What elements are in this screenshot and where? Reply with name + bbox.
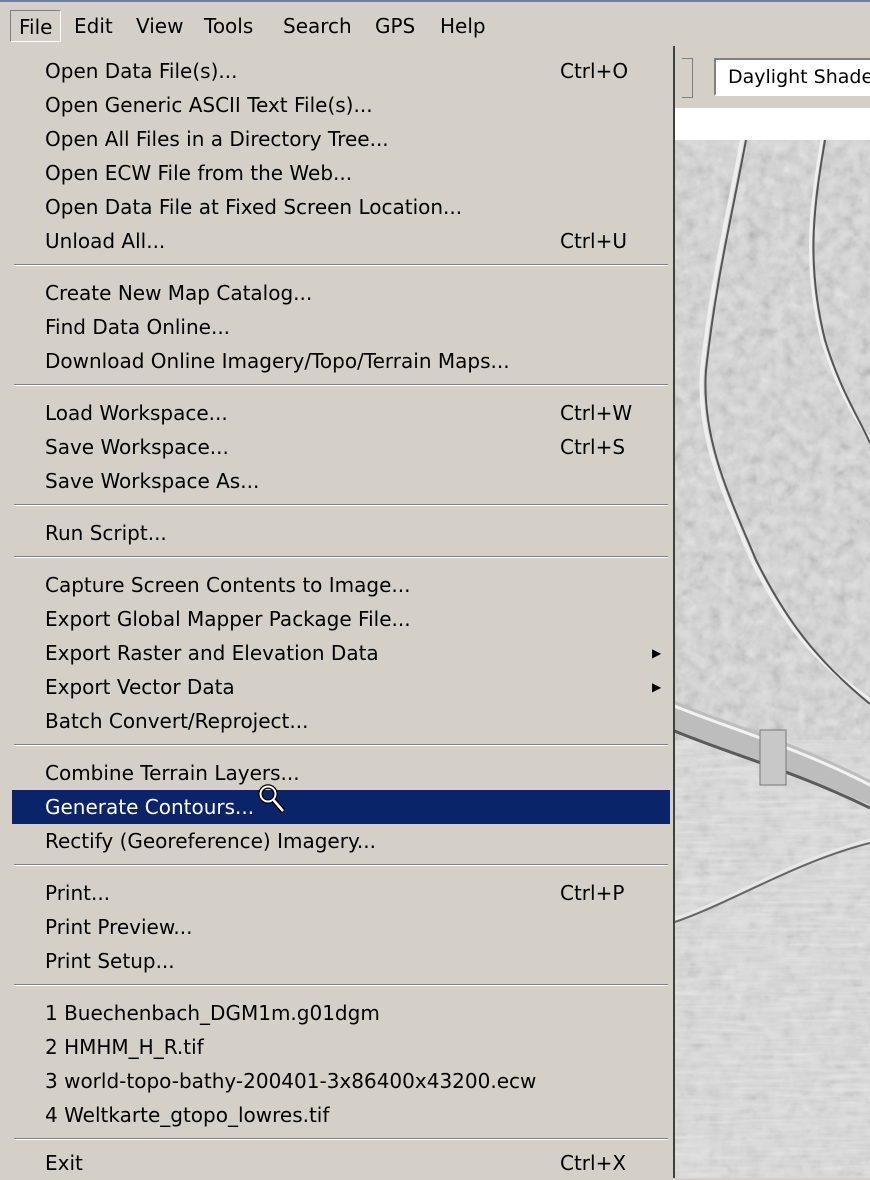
shader-select[interactable]: Daylight Shade (714, 58, 870, 96)
menu-item-print[interactable]: Print... Ctrl+P (12, 876, 670, 910)
menu-item-label: Load Workspace... (45, 401, 228, 425)
menu-item-export-package[interactable]: Export Global Mapper Package File... (12, 602, 670, 636)
menu-item-unload-all[interactable]: Unload All... Ctrl+U (12, 224, 670, 258)
menu-item-generate-contours[interactable]: Generate Contours... (12, 790, 670, 824)
menu-item-exit[interactable]: Exit Ctrl+X (12, 1146, 670, 1180)
menu-item-label: Rectify (Georeference) Imagery... (45, 829, 376, 853)
menu-item-save-workspace[interactable]: Save Workspace... Ctrl+S (12, 430, 670, 464)
menu-item-label: Combine Terrain Layers... (45, 761, 300, 785)
menu-item-label: Run Script... (45, 521, 167, 545)
menu-item-label: 4 Weltkarte_gtopo_lowres.tif (45, 1103, 330, 1127)
menu-item-recent-file-1[interactable]: 1 Buechenbach_DGM1m.g01dgm (12, 996, 670, 1030)
menu-item-save-workspace-as[interactable]: Save Workspace As... (12, 464, 670, 498)
menu-item-label: Unload All... (45, 229, 166, 253)
menu-separator (14, 1138, 668, 1140)
menu-item-label: Open All Files in a Directory Tree... (45, 127, 389, 151)
menu-separator (14, 264, 668, 266)
menu-gps[interactable]: GPS (367, 10, 423, 42)
menu-item-shortcut: Ctrl+W (560, 401, 633, 425)
menu-separator (14, 864, 668, 866)
menu-edit[interactable]: Edit (66, 10, 121, 42)
menu-item-label: Open ECW File from the Web... (45, 161, 353, 185)
menu-separator (14, 504, 668, 506)
toolbar-button[interactable] (682, 58, 693, 98)
menu-separator (14, 744, 668, 746)
menu-item-shortcut: Ctrl+U (560, 229, 627, 253)
submenu-arrow-icon: ▶ (652, 680, 662, 694)
menu-item-batch-convert[interactable]: Batch Convert/Reproject... (12, 704, 670, 738)
submenu-arrow-icon: ▶ (652, 646, 662, 660)
menu-item-label: Exit (45, 1151, 83, 1175)
menu-item-download-online-maps[interactable]: Download Online Imagery/Topo/Terrain Map… (12, 344, 670, 378)
menu-file[interactable]: File (10, 10, 62, 42)
hillshade-terrain-image (672, 140, 870, 1178)
menu-item-label: Export Global Mapper Package File... (45, 607, 411, 631)
menu-item-label: 2 HMHM_H_R.tif (45, 1035, 204, 1059)
map-header-strip (672, 108, 870, 140)
menu-item-find-data-online[interactable]: Find Data Online... (12, 310, 670, 344)
menu-item-open-fixed-location[interactable]: Open Data File at Fixed Screen Location.… (12, 190, 670, 224)
map-view[interactable] (672, 140, 870, 1178)
menu-item-export-vector[interactable]: Export Vector Data ▶ (12, 670, 670, 704)
menu-item-label: Open Data File(s)... (45, 59, 238, 83)
menu-bar: File Edit View Tools Search GPS Help (0, 0, 870, 46)
menu-item-shortcut: Ctrl+O (560, 59, 629, 83)
menu-item-label: Open Generic ASCII Text File(s)... (45, 93, 373, 117)
menu-item-load-workspace[interactable]: Load Workspace... Ctrl+W (12, 396, 670, 430)
menu-item-combine-terrain[interactable]: Combine Terrain Layers... (12, 756, 670, 790)
menu-separator (14, 556, 668, 558)
menu-item-label: Print Preview... (45, 915, 193, 939)
menu-item-open-data-files[interactable]: Open Data File(s)... Ctrl+O (12, 54, 670, 88)
menu-item-label: 3 world-topo-bathy-200401-3x86400x43200.… (45, 1069, 537, 1093)
menu-item-label: Find Data Online... (45, 315, 231, 339)
menu-item-label: Generate Contours... (45, 795, 255, 819)
menu-search[interactable]: Search (275, 10, 360, 42)
menu-item-recent-file-4[interactable]: 4 Weltkarte_gtopo_lowres.tif (12, 1098, 670, 1132)
menu-item-export-raster[interactable]: Export Raster and Elevation Data ▶ (12, 636, 670, 670)
menu-item-recent-file-3[interactable]: 3 world-topo-bathy-200401-3x86400x43200.… (12, 1064, 670, 1098)
menu-item-label: Open Data File at Fixed Screen Location.… (45, 195, 463, 219)
menu-item-label: Print... (45, 881, 111, 905)
menu-item-shortcut: Ctrl+X (560, 1151, 627, 1175)
menu-item-create-map-catalog[interactable]: Create New Map Catalog... (12, 276, 670, 310)
menu-item-shortcut: Ctrl+P (560, 881, 625, 905)
menu-item-label: Export Raster and Elevation Data (45, 641, 379, 665)
menu-item-label: Export Vector Data (45, 675, 235, 699)
menu-help[interactable]: Help (432, 10, 494, 42)
menu-item-shortcut: Ctrl+S (560, 435, 626, 459)
menu-item-recent-file-2[interactable]: 2 HMHM_H_R.tif (12, 1030, 670, 1064)
menu-separator (14, 384, 668, 386)
menu-item-open-directory-tree[interactable]: Open All Files in a Directory Tree... (12, 122, 670, 156)
menu-item-open-ascii[interactable]: Open Generic ASCII Text File(s)... (12, 88, 670, 122)
menu-item-open-ecw-web[interactable]: Open ECW File from the Web... (12, 156, 670, 190)
menu-item-run-script[interactable]: Run Script... (12, 516, 670, 550)
menu-item-print-setup[interactable]: Print Setup... (12, 944, 670, 978)
menu-separator (14, 984, 668, 986)
menu-item-label: 1 Buechenbach_DGM1m.g01dgm (45, 1001, 380, 1025)
menu-item-label: Download Online Imagery/Topo/Terrain Map… (45, 349, 510, 373)
menu-item-label: Save Workspace As... (45, 469, 260, 493)
file-menu-dropdown: Open Data File(s)... Ctrl+O Open Generic … (0, 46, 675, 1178)
menu-item-label: Print Setup... (45, 949, 175, 973)
menu-item-capture-screen[interactable]: Capture Screen Contents to Image... (12, 568, 670, 602)
menu-item-label: Batch Convert/Reproject... (45, 709, 309, 733)
menu-item-label: Capture Screen Contents to Image... (45, 573, 411, 597)
magnifier-cursor-icon (258, 784, 286, 813)
menu-item-print-preview[interactable]: Print Preview... (12, 910, 670, 944)
menu-view[interactable]: View (128, 10, 191, 42)
menu-item-label: Save Workspace... (45, 435, 229, 459)
menu-item-rectify-imagery[interactable]: Rectify (Georeference) Imagery... (12, 824, 670, 858)
menu-item-label: Create New Map Catalog... (45, 281, 313, 305)
menu-tools[interactable]: Tools (196, 10, 261, 42)
